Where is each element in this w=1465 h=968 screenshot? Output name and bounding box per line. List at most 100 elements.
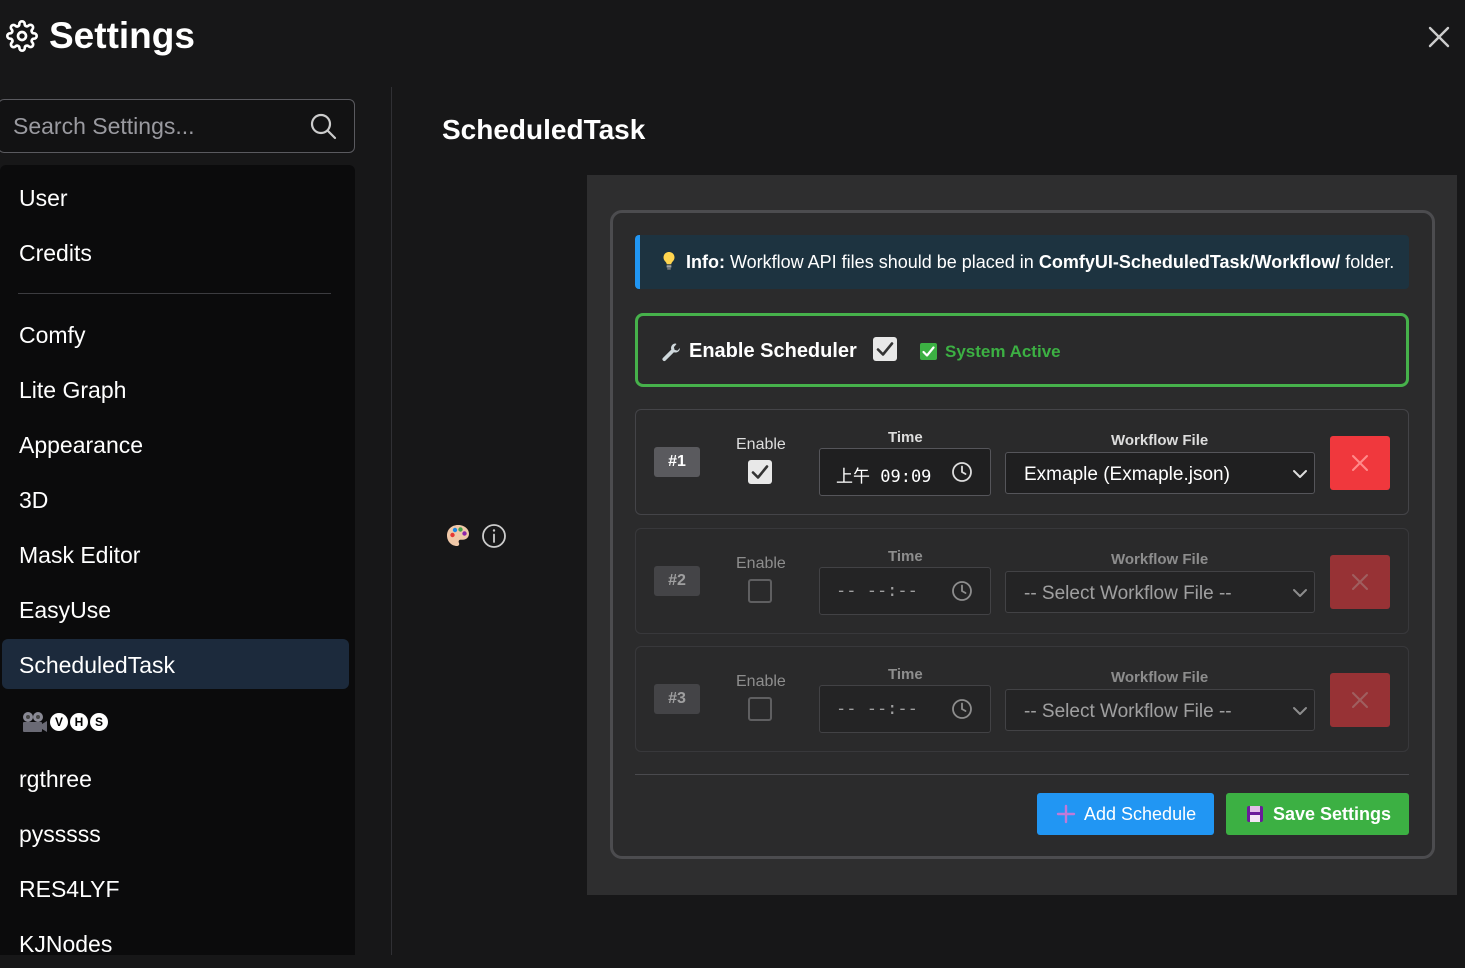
time-input[interactable]: 上午 09:09	[819, 448, 991, 496]
sidebar-divider	[18, 293, 331, 294]
enable-label: Enable	[736, 436, 786, 453]
add-schedule-label: Add Schedule	[1084, 803, 1197, 824]
schedule-row: #3 Enable Time -- --:-- Workflow File --…	[635, 646, 1409, 752]
sidebar-item-label: rgthree	[19, 766, 92, 792]
vhs-letter: V	[50, 713, 68, 731]
time-label: Time	[888, 548, 923, 565]
sidebar-item-kjnodes[interactable]: KJNodes	[2, 918, 349, 968]
sidebar-item-label: Lite Graph	[19, 377, 127, 403]
chevron-down-icon	[1293, 589, 1307, 597]
sidebar-item-res4lyf[interactable]: RES4LYF	[2, 863, 349, 913]
settings-header: Settings	[0, 0, 1465, 72]
time-value: 上午 09:09	[836, 467, 932, 487]
schedule-enable-checkbox[interactable]	[748, 697, 772, 721]
info-text: Info: Workflow API files should be place…	[686, 252, 1394, 273]
sidebar-item-rgthree[interactable]: rgthree	[2, 753, 349, 803]
enable-scheduler-checkbox[interactable]	[873, 337, 897, 361]
palette-icon	[447, 525, 469, 546]
sidebar-item-label: pysssss	[19, 821, 101, 847]
schedule-enable-checkbox[interactable]	[748, 460, 772, 484]
status-check-icon	[920, 343, 937, 360]
sidebar-item-pysssss[interactable]: pysssss	[2, 808, 349, 858]
workflow-file-select[interactable]: Exmaple (Exmaple.json)	[1005, 452, 1315, 494]
close-icon	[1352, 574, 1368, 590]
info-path: ComfyUI-ScheduledTask/Workflow/	[1038, 252, 1341, 272]
settings-sidebar: User Credits Comfy Lite Graph Appearance…	[0, 165, 355, 957]
sidebar-item-scheduledtask[interactable]: ScheduledTask	[2, 639, 349, 689]
sidebar-item-label: EasyUse	[19, 597, 112, 623]
enable-label: Enable	[736, 555, 786, 572]
film-camera-icon	[23, 712, 47, 732]
info-icon[interactable]	[481, 523, 507, 549]
dialog-title: Settings	[49, 15, 195, 56]
delete-schedule-button[interactable]	[1330, 555, 1390, 609]
workflow-file-select[interactable]: -- Select Workflow File --	[1005, 571, 1315, 613]
search-icon[interactable]	[309, 112, 337, 140]
sidebar-item-label: Mask Editor	[19, 542, 141, 568]
workflow-file-label: Workflow File	[1111, 551, 1209, 568]
check-icon	[876, 342, 894, 356]
sidebar-item-label: KJNodes	[19, 931, 113, 957]
close-icon	[1352, 455, 1368, 471]
enable-scheduler-box: Enable Scheduler System Active	[635, 313, 1409, 387]
sidebar-item-label: Credits	[19, 240, 92, 266]
search-input[interactable]	[13, 111, 303, 141]
sidebar-item-label: Comfy	[19, 322, 86, 348]
close-icon	[1352, 692, 1368, 708]
sidebar-item-vhs[interactable]: V H S	[20, 709, 108, 735]
vhs-letter: S	[90, 713, 108, 731]
chevron-down-icon	[1293, 470, 1307, 478]
scheduledtask-panel: Info: Workflow API files should be place…	[587, 175, 1457, 895]
plus-icon	[1056, 804, 1076, 824]
schedule-badge: #1	[654, 447, 700, 477]
close-icon[interactable]	[1424, 22, 1454, 52]
setting-icons	[445, 522, 507, 550]
sidebar-item-appearance[interactable]: Appearance	[2, 419, 349, 469]
panel-divider	[391, 87, 392, 955]
scheduler-card: Info: Workflow API files should be place…	[610, 210, 1435, 859]
time-input[interactable]: -- --:--	[819, 567, 991, 615]
workflow-file-label: Workflow File	[1111, 669, 1209, 686]
schedule-badge: #3	[654, 684, 700, 714]
clock-icon[interactable]	[951, 461, 973, 483]
add-schedule-button[interactable]: Add Schedule	[1037, 793, 1214, 835]
sidebar-item-credits[interactable]: Credits	[2, 227, 349, 277]
floppy-disk-icon	[1247, 806, 1263, 822]
save-settings-button[interactable]: Save Settings	[1226, 793, 1409, 835]
enable-scheduler-label: Enable Scheduler	[689, 340, 857, 362]
schedule-badge: #2	[654, 566, 700, 596]
sidebar-item-user[interactable]: User	[2, 172, 349, 222]
chevron-down-icon	[1293, 707, 1307, 715]
footer-divider	[635, 774, 1409, 775]
sidebar-item-3d[interactable]: 3D	[2, 474, 349, 524]
check-icon	[751, 465, 769, 479]
workflow-file-value: -- Select Workflow File --	[1024, 701, 1232, 722]
sidebar-item-easyuse[interactable]: EasyUse	[2, 584, 349, 634]
time-value: -- --:--	[836, 699, 918, 719]
system-status: System Active	[945, 342, 1061, 361]
section-title: ScheduledTask	[442, 114, 646, 145]
sidebar-item-comfy[interactable]: Comfy	[2, 309, 349, 359]
clock-icon[interactable]	[951, 698, 973, 720]
sidebar-item-label: Appearance	[19, 432, 144, 458]
schedule-row: #2 Enable Time -- --:-- Workflow File --…	[635, 528, 1409, 634]
lightbulb-icon	[663, 252, 675, 270]
time-value: -- --:--	[836, 581, 918, 601]
enable-label: Enable	[736, 673, 786, 690]
schedule-enable-checkbox[interactable]	[748, 579, 772, 603]
workflow-file-value: Exmaple (Exmaple.json)	[1024, 464, 1230, 485]
delete-schedule-button[interactable]	[1330, 436, 1390, 490]
sidebar-item-label: RES4LYF	[19, 876, 120, 902]
delete-schedule-button[interactable]	[1330, 673, 1390, 727]
info-text-before: Workflow API files should be placed in	[724, 252, 1039, 272]
sidebar-item-lite-graph[interactable]: Lite Graph	[2, 364, 349, 414]
wrench-icon	[662, 343, 680, 362]
workflow-file-label: Workflow File	[1111, 432, 1209, 449]
sidebar-item-mask-editor[interactable]: Mask Editor	[2, 529, 349, 579]
clock-icon[interactable]	[951, 580, 973, 602]
workflow-file-select[interactable]: -- Select Workflow File --	[1005, 689, 1315, 731]
time-input[interactable]: -- --:--	[819, 685, 991, 733]
info-banner: Info: Workflow API files should be place…	[635, 235, 1409, 289]
time-label: Time	[888, 666, 923, 683]
gear-icon	[6, 20, 38, 52]
